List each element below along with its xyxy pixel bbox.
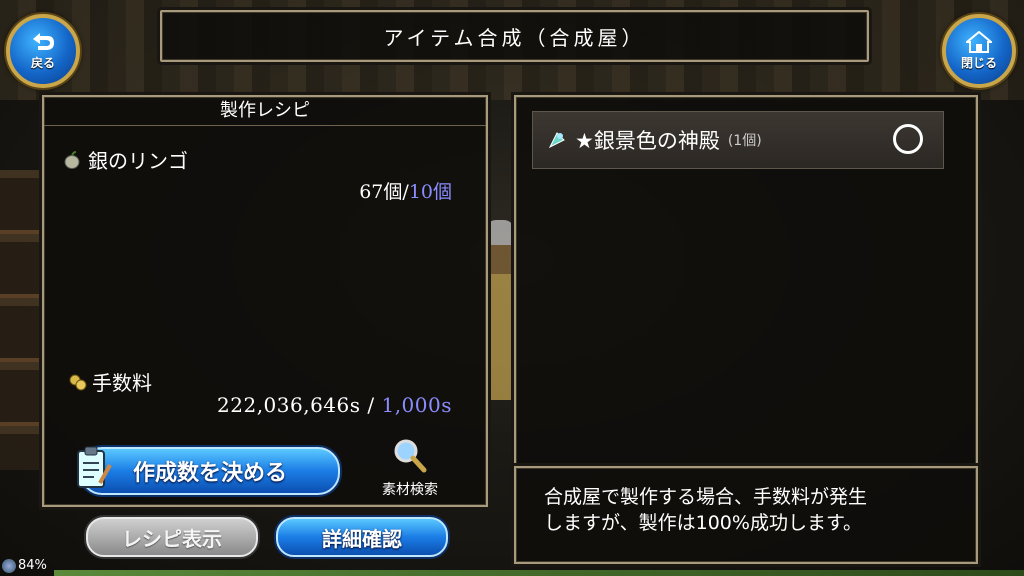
clipboard-icon (77, 446, 112, 488)
result-panel: ★銀景色の神殿 (1個) (514, 95, 978, 467)
fee-label: 手数料 (92, 371, 152, 395)
background-bookshelf (0, 170, 42, 470)
success-circle-icon (893, 124, 923, 154)
detail-check-label: 詳細確認 (322, 526, 402, 551)
description-text: 合成屋で製作する場合、手数料が発生 しますが、製作は100%成功します。 (544, 486, 868, 534)
material-search-button[interactable]: 素材検索 (370, 437, 450, 499)
result-item-row[interactable]: ★銀景色の神殿 (1個) (532, 111, 944, 169)
close-button[interactable]: 閉じる (942, 14, 1016, 88)
back-arrow-icon (33, 33, 54, 50)
bottom-status-bar (54, 570, 1024, 576)
recipe-heading: 製作レシピ (44, 97, 486, 126)
close-label: 閉じる (960, 56, 997, 70)
battery-icon (2, 558, 16, 573)
title-bar: アイテム合成（合成屋） (160, 10, 869, 62)
result-item-name: ★銀景色の神殿 (575, 129, 720, 153)
recipe-view-button[interactable]: レシピ表示 (86, 517, 258, 557)
fee-row: 手数料 (68, 367, 152, 396)
coins-icon (69, 374, 87, 390)
silver-apple-icon (64, 150, 80, 169)
recipe-panel: 製作レシピ 銀のリンゴ 67個/10個 手数料 222,036,646s / 1… (42, 95, 488, 507)
battery-level: 84% (18, 558, 47, 573)
battery-indicator: 84% (2, 558, 47, 573)
home-icon (966, 31, 992, 53)
decide-quantity-label: 作成数を決める (132, 461, 287, 486)
result-item-qty: (1個) (727, 133, 762, 149)
back-button[interactable]: 戻る (6, 14, 80, 88)
material-have: 67個 (359, 181, 403, 203)
fee-value: 222,036,646s / 1,000s (217, 393, 452, 417)
back-label: 戻る (30, 56, 55, 70)
detail-check-button[interactable]: 詳細確認 (276, 517, 448, 557)
fee-have: 222,036,646s (217, 393, 361, 417)
magnifier-icon (394, 439, 427, 473)
decide-quantity-button[interactable]: 作成数を決める (77, 446, 340, 495)
crystal-item-icon (548, 132, 565, 149)
material-search-label: 素材検索 (382, 482, 438, 498)
fee-separator: / (360, 393, 382, 417)
material-need: 10個 (408, 181, 452, 203)
background-npc (486, 220, 514, 400)
fee-need: 1,000s (381, 393, 452, 417)
description-panel: 合成屋で製作する場合、手数料が発生 しますが、製作は100%成功します。 (514, 466, 978, 564)
material-count: 67個/10個 (359, 177, 452, 204)
material-row: 銀のリンゴ (62, 145, 188, 174)
material-name: 銀のリンゴ (88, 149, 188, 173)
page-title: アイテム合成（合成屋） (383, 25, 646, 50)
recipe-view-label: レシピ表示 (122, 526, 222, 551)
